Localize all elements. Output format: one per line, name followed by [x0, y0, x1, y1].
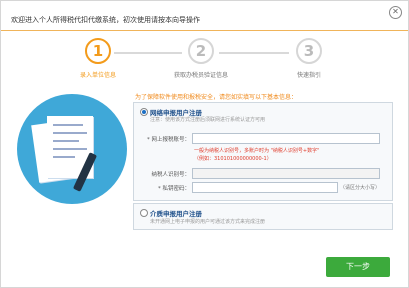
step-3-number: 3: [296, 38, 322, 64]
reg-no-label: * 网上报税账号：: [147, 137, 190, 143]
password-case-hint: （请区分大小写）: [340, 185, 381, 191]
online-registration-radio[interactable]: [140, 108, 148, 116]
dialog-title: 欢迎进入个人所得税代扣代缴系统，初次使用请按本向导操作: [11, 16, 200, 24]
close-icon[interactable]: ✕: [389, 6, 402, 19]
step-2-number: 2: [188, 38, 214, 64]
step-3-label: 快速指引: [296, 72, 321, 79]
title-divider: [1, 30, 408, 31]
next-step-button[interactable]: 下一步: [326, 257, 390, 277]
online-registration-panel: 网络申报用户注册 注意：使用该方式注册后须联网进行系统认证方可用 * 网上报税账…: [133, 102, 393, 201]
offline-registration-radio[interactable]: [140, 209, 148, 217]
password-label: * 私钥密码：: [158, 186, 190, 192]
offline-registration-panel: 介质申报用户注册 未开通网上电子申报的用户可通过该方式来完成注册: [133, 203, 393, 230]
step-1: 1 录入单位信息: [58, 38, 138, 79]
offline-registration-note: 未开通网上电子申报的用户可通过该方式来完成注册: [150, 219, 266, 225]
offline-registration-title: 介质申报用户注册: [150, 210, 202, 218]
online-registration-note: 注意：使用该方式注册后须联网进行系统认证方可用: [150, 117, 266, 123]
step-2: 2 获取办税员验证信息: [161, 38, 241, 79]
taxpayer-id-label: 纳税人识别号：: [151, 172, 190, 178]
wizard-steps: 1 录入单位信息 2 获取办税员验证信息 3 快速指引: [61, 38, 361, 82]
notice-text: 为了保障软件使用和报税安全，请您如实填写以下基本信息：: [135, 94, 298, 101]
password-input[interactable]: [192, 182, 338, 193]
reg-no-example: （例如：310101000000000-1）: [194, 156, 272, 162]
step-2-label: 获取办税员验证信息: [173, 72, 228, 79]
wizard-dialog: 欢迎进入个人所得税代扣代缴系统，初次使用请按本向导操作 ✕ 1 录入单位信息 2…: [0, 0, 409, 288]
taxpayer-id-input[interactable]: [192, 168, 380, 179]
step-3: 3 快速指引: [269, 38, 349, 79]
step-1-number: 1: [85, 38, 111, 64]
reg-no-input[interactable]: [192, 133, 380, 144]
reg-no-hint: 一般为纳税人识别号，多账户时为 "纳税人识别号+数字": [194, 148, 320, 154]
step-1-label: 录入单位信息: [79, 72, 116, 79]
document-illustration: [17, 94, 127, 204]
